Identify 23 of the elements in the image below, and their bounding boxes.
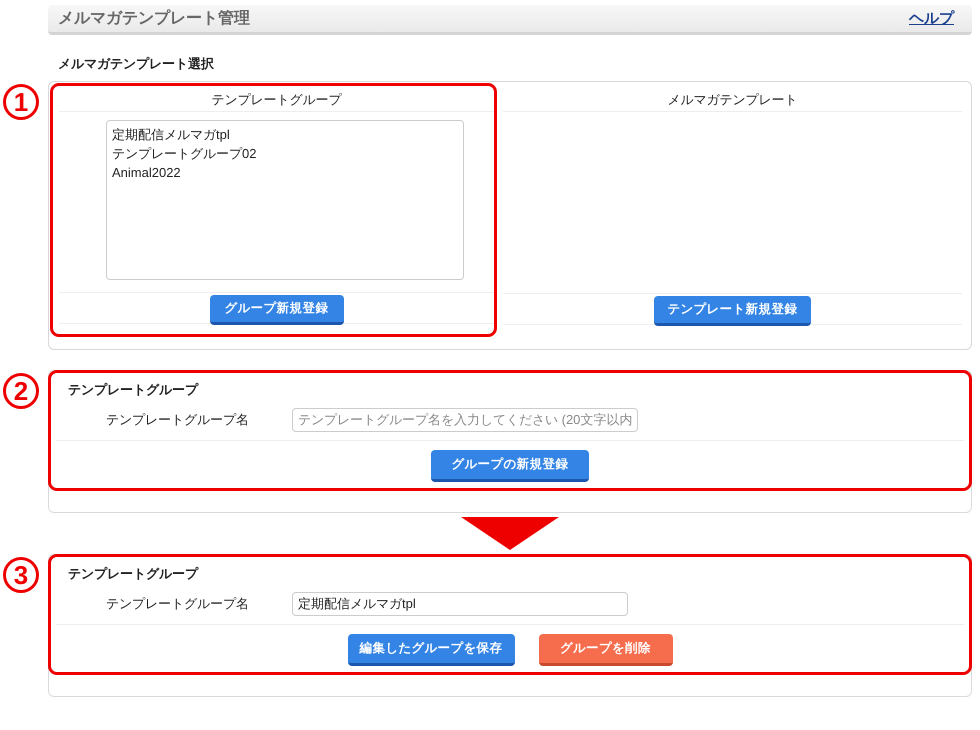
list-option[interactable]: 定期配信メルマガtpl — [112, 125, 458, 144]
form-heading: テンプレートグループ — [67, 381, 200, 399]
column-heading: メルマガテンプレート — [503, 86, 962, 112]
input-field[interactable]: 定期配信メルマガtpl — [292, 592, 628, 616]
input-field[interactable]: テンプレートグループ名を入力してください (20文字以内 — [292, 408, 638, 432]
help-link[interactable]: ヘルプ — [909, 9, 954, 28]
group-listbox[interactable]: 定期配信メルマガtpl テンプレートグループ02 Animal2022 — [106, 120, 464, 280]
submit-button[interactable]: グループの新規登録 — [431, 450, 589, 482]
column-heading: テンプレートグループ — [59, 86, 494, 112]
new-template-button[interactable]: テンプレート新規登録 — [654, 296, 811, 326]
annotation-number: 1 — [3, 84, 39, 120]
submit-button[interactable]: 編集したグループを保存 — [348, 634, 514, 666]
down-arrow-icon — [461, 517, 559, 550]
list-option[interactable]: テンプレートグループ02 — [112, 144, 458, 163]
page-title: メルマガテンプレート管理 — [58, 8, 250, 29]
list-option[interactable]: Animal2022 — [112, 163, 458, 182]
form-heading: テンプレートグループ — [67, 565, 200, 583]
section-title: メルマガテンプレート選択 — [58, 55, 215, 73]
annotation-number: 3 — [3, 557, 39, 593]
annotation-number: 2 — [3, 373, 39, 409]
field-label: テンプレートグループ名 — [106, 411, 250, 429]
field-label: テンプレートグループ名 — [106, 595, 250, 613]
new-group-button[interactable]: グループ新規登録 — [210, 295, 344, 325]
